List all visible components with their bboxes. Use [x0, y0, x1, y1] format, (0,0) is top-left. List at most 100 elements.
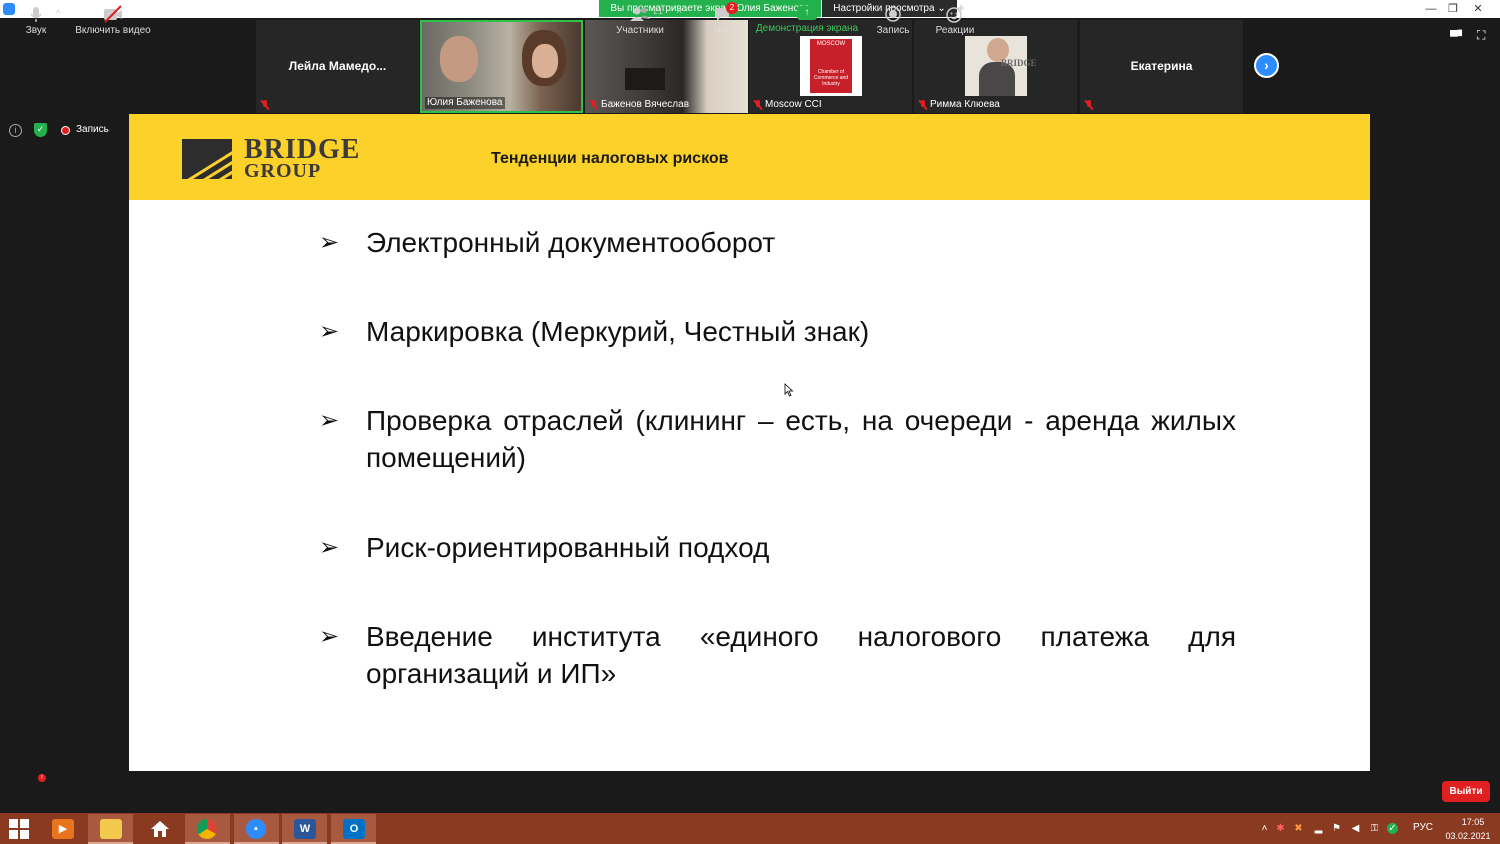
video-off-icon	[104, 5, 122, 23]
taskbar-app-file-explorer[interactable]	[88, 814, 133, 844]
participants-options-caret-icon[interactable]: ^	[677, 8, 681, 18]
clock-date[interactable]: 03.02.2021	[1443, 831, 1493, 841]
sound-warning-badge: !	[38, 774, 46, 782]
folder-icon	[100, 819, 122, 839]
close-icon[interactable]: ✕	[1463, 0, 1493, 18]
bullet-text: Риск-ориентированный подход	[366, 532, 770, 563]
slide-header: BRIDGE GROUP Тенденции налоговых рисков	[129, 114, 1370, 200]
taskbar-app-zoom[interactable]: ▪	[234, 814, 279, 844]
microphone-icon	[30, 7, 42, 22]
mic-muted-icon	[1085, 100, 1093, 110]
bullet-arrow-icon: ➢	[319, 318, 340, 345]
bullet-arrow-icon: ➢	[319, 229, 340, 256]
meeting-info-icon[interactable]: i	[9, 124, 22, 137]
mic-muted-icon	[261, 100, 269, 110]
mic-muted-icon	[590, 100, 598, 110]
bullet-arrow-icon: ➢	[319, 407, 340, 434]
mic-muted-icon	[919, 100, 927, 110]
start-video-button[interactable]: Включить видео	[72, 4, 154, 40]
slide-title: Тенденции налоговых рисков	[491, 150, 729, 167]
record-label: Запись	[876, 25, 910, 36]
participants-label: Участники	[616, 25, 664, 36]
reactions-label: Реакции	[935, 25, 975, 36]
taskbar-app-chrome[interactable]	[185, 814, 230, 844]
participant-name: Moscow CCI	[765, 99, 822, 110]
slide-bullet: ➢ Проверка отраслей (клининг – есть, на …	[319, 402, 1239, 480]
outlook-icon: O	[343, 819, 365, 839]
bridge-watermark: BRIDGE	[1001, 58, 1037, 68]
taskbar-app-media-player[interactable]: ▶	[40, 814, 85, 844]
sound-button[interactable]: Звук	[20, 4, 52, 40]
person-figure	[440, 36, 478, 82]
slide-bullet: ➢ Маркировка (Меркурий, Честный знак)	[319, 313, 1239, 353]
taskbar-app-home[interactable]	[137, 814, 182, 844]
tray-expand-icon[interactable]: ˄	[1259, 823, 1270, 834]
participant-name: Баженов Вячеслав	[601, 99, 690, 110]
mouse-cursor-icon	[784, 383, 794, 397]
leave-meeting-button[interactable]: Выйти	[1442, 781, 1490, 802]
meeting-toolbar	[0, 771, 1500, 813]
security-icon[interactable]: ⚿	[1369, 823, 1380, 834]
bullet-text: Введение института «единого налогового п…	[366, 621, 1236, 689]
video-label: Включить видео	[75, 25, 151, 36]
flag-icon[interactable]: ⚑	[1331, 823, 1342, 834]
encryption-shield-icon[interactable]: ✓	[34, 123, 47, 137]
network-signal-icon[interactable]: ▂	[1313, 823, 1324, 834]
chrome-icon	[197, 819, 217, 839]
participant-tile[interactable]: Екатерина	[1080, 20, 1243, 113]
slide-bullet: ➢ Риск-ориентированный подход	[319, 529, 1239, 569]
antivirus-icon[interactable]: ✱	[1275, 823, 1286, 834]
zoom-app-icon	[3, 3, 15, 15]
participant-tile-active-speaker[interactable]: Юлия Баженова	[420, 20, 583, 113]
bridge-group-logo-icon	[182, 139, 232, 179]
tray-app-icon[interactable]: ✖	[1293, 823, 1304, 834]
record-button[interactable]: Запись	[872, 4, 914, 40]
slide-bullet: ➢ Введение института «единого налогового…	[319, 618, 1239, 696]
bullet-arrow-icon: ➢	[319, 534, 340, 561]
moscow-logo-sub: Chamber of Commerce and Industry	[810, 49, 852, 93]
recording-indicator-icon	[61, 126, 70, 135]
clock-time[interactable]: 17:05	[1455, 817, 1491, 827]
screen-share-icon: ↑	[797, 6, 817, 20]
sound-options-caret-icon[interactable]: ^	[56, 8, 60, 18]
slide-bullet: ➢ Электронный документооборот	[319, 224, 1239, 264]
chat-unread-badge: 2	[726, 2, 738, 14]
participant-tile[interactable]: Лейла Мамедо...	[256, 20, 419, 113]
system-tray: ˄ ✱ ✖ ▂ ⚑ ◀ ⚿ ✓ РУС 17:05 03.02.2021	[1255, 813, 1500, 844]
mic-muted-icon	[754, 100, 762, 110]
screen-share-button[interactable]: ↑ Демонстрация экрана	[755, 4, 859, 40]
room-object	[625, 68, 665, 90]
word-icon: W	[294, 819, 316, 839]
share-label: Демонстрация экрана	[755, 23, 859, 34]
participants-icon	[630, 7, 650, 21]
participant-name: Екатерина	[1130, 59, 1193, 73]
bullet-text: Проверка отраслей (клининг – есть, на оч…	[366, 405, 1236, 473]
keyboard-language[interactable]: РУС	[1413, 822, 1433, 833]
record-icon	[885, 6, 901, 22]
logo-text-group: GROUP	[244, 160, 322, 182]
sound-label: Звук	[25, 25, 47, 36]
person-figure	[532, 44, 558, 78]
update-status-icon[interactable]: ✓	[1387, 823, 1398, 834]
zoom-icon: ▪	[246, 819, 266, 839]
volume-icon[interactable]: ◀	[1350, 823, 1361, 834]
shared-slide: BRIDGE GROUP Тенденции налоговых рисков …	[129, 114, 1370, 771]
moscow-cci-avatar: MOSCOW Chamber of Commerce and Industry	[800, 36, 862, 96]
next-page-button[interactable]: ›	[1254, 53, 1279, 78]
gallery-view-icon[interactable]: ▀▘	[1450, 30, 1466, 43]
recording-label[interactable]: Запись	[76, 124, 109, 136]
home-icon	[151, 821, 169, 837]
participant-name: Римма Клюева	[930, 99, 1000, 110]
moscow-logo-text: MOSCOW	[810, 39, 852, 49]
participant-name: Юлия Баженова	[425, 97, 505, 109]
windows-start-icon[interactable]	[9, 819, 29, 839]
participant-name: Лейла Мамедо...	[288, 59, 387, 73]
taskbar-app-outlook[interactable]: O	[331, 814, 376, 844]
reactions-button[interactable]: Реакции	[932, 4, 978, 40]
bullet-arrow-icon: ➢	[319, 623, 340, 650]
chat-label: Чат	[713, 25, 731, 36]
fullscreen-icon[interactable]: ⛶	[1477, 28, 1491, 42]
reactions-smiley-icon	[946, 5, 964, 23]
taskbar-app-word[interactable]: W	[282, 814, 327, 844]
media-player-icon: ▶	[52, 819, 74, 839]
